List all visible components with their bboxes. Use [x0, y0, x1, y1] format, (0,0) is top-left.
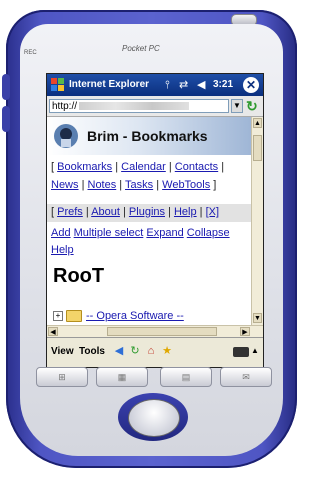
- address-bar: http:// ▼ ↻: [47, 96, 263, 117]
- volume-icon[interactable]: ◀: [197, 78, 205, 92]
- hardware-calendar-button[interactable]: ▦: [96, 367, 148, 387]
- app-title: Internet Explorer: [69, 79, 150, 90]
- favorites-icon[interactable]: ★: [161, 345, 173, 357]
- refresh-icon[interactable]: ↻: [129, 345, 141, 357]
- nav-row-2: News | Notes | Tasks | WebTools ]: [51, 179, 217, 191]
- vertical-scroll-thumb[interactable]: [253, 135, 262, 161]
- nav-row-1: [ Bookmarks | Calendar | Contacts |: [51, 161, 225, 173]
- help-link[interactable]: Help: [51, 244, 74, 256]
- horizontal-scroll-thumb[interactable]: [107, 327, 217, 336]
- expand-link[interactable]: Expand: [146, 227, 183, 239]
- close-link[interactable]: [X]: [206, 206, 219, 218]
- connectivity-icon[interactable]: ⫯: [165, 78, 170, 92]
- hardware-inbox-button[interactable]: ✉: [220, 367, 272, 387]
- plugins-link[interactable]: Plugins: [129, 206, 165, 218]
- home-icon[interactable]: ⌂: [145, 345, 157, 357]
- pocket-pc-device: REC Pocket PC Internet Explorer ⫯ ⇄ ◀ 3:…: [2, 10, 297, 468]
- hardware-start-button[interactable]: ⊞: [36, 367, 88, 387]
- back-icon[interactable]: ◀: [113, 345, 125, 357]
- view-menu[interactable]: View: [51, 346, 74, 357]
- network-sync-icon[interactable]: ⇄: [179, 78, 188, 92]
- navigation-pad[interactable]: [128, 399, 180, 437]
- nav-news[interactable]: News: [51, 179, 79, 191]
- side-button-lower[interactable]: [2, 106, 10, 132]
- nav-notes[interactable]: Notes: [88, 179, 117, 191]
- nav-calendar[interactable]: Calendar: [121, 161, 166, 173]
- actions-row-2: Help: [51, 244, 74, 256]
- prefs-row: [ Prefs | About | Plugins | Help | [X]: [51, 206, 220, 218]
- nav-tasks[interactable]: Tasks: [125, 179, 153, 191]
- horizontal-scrollbar[interactable]: ◀ ▶: [47, 325, 263, 337]
- go-icon[interactable]: ↻: [246, 98, 258, 115]
- clock[interactable]: 3:21: [213, 79, 233, 90]
- brim-header: Brim - Bookmarks: [47, 117, 251, 155]
- prefs-link[interactable]: Prefs: [57, 206, 83, 218]
- device-brand: Pocket PC: [122, 44, 160, 53]
- multiple-select-link[interactable]: Multiple select: [74, 227, 144, 239]
- url-input[interactable]: http://: [49, 99, 229, 113]
- input-panel-arrow-icon[interactable]: ▲: [251, 346, 259, 355]
- hardware-buttons: ⊞ ▦ ▤ ✉: [36, 367, 272, 389]
- windows-start-icon[interactable]: [51, 78, 65, 92]
- nav-bookmarks[interactable]: Bookmarks: [57, 161, 112, 173]
- folder-link[interactable]: -- Opera Software --: [86, 310, 184, 322]
- device-screen: Internet Explorer ⫯ ⇄ ◀ 3:21 ✕ http:// ▼…: [46, 73, 264, 368]
- url-prefix: http://: [52, 101, 78, 112]
- brim-logo-icon: [54, 124, 78, 148]
- about-link[interactable]: About: [91, 206, 120, 218]
- hardware-contacts-button[interactable]: ▤: [160, 367, 212, 387]
- close-icon[interactable]: ✕: [243, 77, 259, 93]
- scroll-down-icon[interactable]: ▼: [253, 313, 262, 323]
- menu-bar: View Tools ◀ ↻ ⌂ ★ ▲: [47, 337, 263, 367]
- help-link-top[interactable]: Help: [174, 206, 197, 218]
- add-link[interactable]: Add: [51, 227, 71, 239]
- page-content: Brim - Bookmarks [ Bookmarks | Calendar …: [47, 117, 251, 325]
- root-title: RooT: [53, 265, 105, 287]
- tools-menu[interactable]: Tools: [79, 346, 105, 357]
- nav-webtools[interactable]: WebTools: [162, 179, 210, 191]
- vertical-scrollbar[interactable]: ▲ ▼: [251, 117, 263, 325]
- expand-folder-icon[interactable]: +: [53, 311, 63, 322]
- url-redacted: [79, 102, 190, 111]
- actions-row: Add Multiple select Expand Collapse: [51, 227, 230, 239]
- rec-label: REC: [24, 50, 37, 56]
- collapse-link[interactable]: Collapse: [187, 227, 230, 239]
- nav-contacts[interactable]: Contacts: [175, 161, 218, 173]
- scroll-up-icon[interactable]: ▲: [253, 118, 262, 128]
- scroll-right-icon[interactable]: ▶: [240, 327, 250, 336]
- folder-icon: [66, 310, 82, 323]
- folder-item: + -- Opera Software --: [53, 310, 184, 323]
- scroll-left-icon[interactable]: ◀: [48, 327, 58, 336]
- url-dropdown-icon[interactable]: ▼: [231, 99, 243, 113]
- page-title: Brim - Bookmarks: [87, 128, 208, 144]
- side-button-upper[interactable]: [2, 74, 10, 100]
- title-bar: Internet Explorer ⫯ ⇄ ◀ 3:21 ✕: [47, 74, 263, 96]
- keyboard-icon[interactable]: [233, 347, 249, 357]
